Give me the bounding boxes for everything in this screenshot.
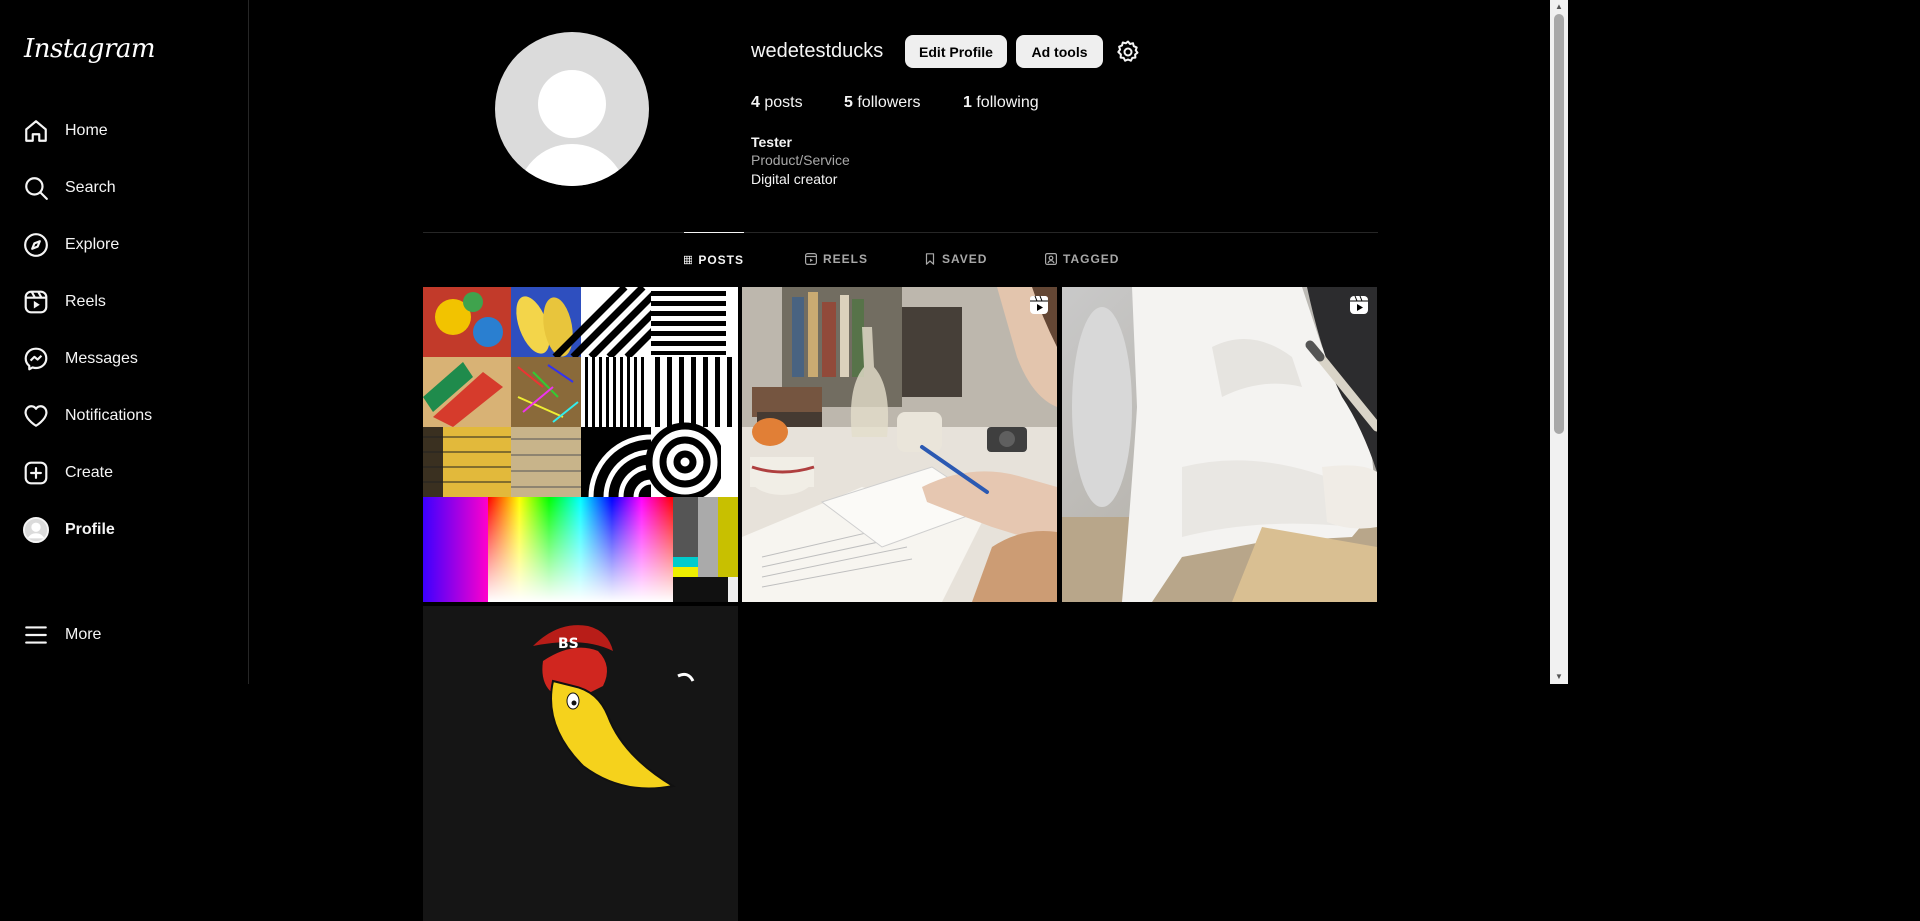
- compass-icon: [22, 231, 50, 259]
- sidebar-item-label: Explore: [65, 236, 120, 253]
- sidebar-item-more[interactable]: More: [22, 613, 232, 657]
- reels-icon: [805, 253, 817, 265]
- reels-icon: [22, 288, 50, 316]
- sidebar-item-label: More: [65, 626, 102, 643]
- sidebar-item-notifications[interactable]: Notifications: [22, 394, 232, 438]
- sidebar-item-reels[interactable]: Reels: [22, 280, 232, 324]
- sidebar-item-label: Reels: [65, 293, 106, 310]
- sidebar-item-profile[interactable]: Profile: [22, 508, 232, 552]
- post-tile[interactable]: BS: [423, 606, 738, 921]
- tabs-divider: [423, 232, 1378, 233]
- avatar-icon: [22, 516, 50, 544]
- person-writing-at-desk-image: [742, 287, 1057, 602]
- sidebar-item-home[interactable]: Home: [22, 109, 232, 153]
- tab-saved[interactable]: SAVED: [924, 232, 987, 286]
- sidebar-item-label: Home: [65, 122, 108, 139]
- sidebar-item-search[interactable]: Search: [22, 166, 232, 210]
- tab-reels[interactable]: REELS: [805, 232, 868, 286]
- test-pattern-collage-image: [423, 287, 738, 602]
- posts-count: 4 posts: [751, 94, 803, 111]
- cartoon-banana-logo-image: BS: [423, 606, 738, 921]
- post-tile[interactable]: [742, 287, 1057, 602]
- tag-user-icon: [1045, 253, 1057, 265]
- followers-link[interactable]: 5 followers: [844, 94, 921, 112]
- profile-bio: Digital creator: [751, 171, 838, 187]
- profile-full-name: Tester: [751, 134, 792, 150]
- profile-username: wedetestducks: [751, 40, 884, 62]
- following-link[interactable]: 1 following: [963, 94, 1039, 112]
- sidebar: Instagram Home Search Explore Reels Mess…: [0, 0, 249, 684]
- menu-icon: [22, 621, 50, 649]
- svg-text:BS: BS: [558, 636, 579, 652]
- home-icon: [22, 117, 50, 145]
- sidebar-item-label: Search: [65, 179, 116, 196]
- bookmark-icon: [925, 253, 935, 265]
- messenger-icon: [22, 345, 50, 373]
- settings-gear-icon[interactable]: [1116, 40, 1140, 64]
- instagram-logo[interactable]: Instagram: [24, 34, 156, 64]
- profile-avatar[interactable]: [495, 32, 649, 186]
- sidebar-item-explore[interactable]: Explore: [22, 223, 232, 267]
- heart-icon: [22, 402, 50, 430]
- reel-badge-icon: [1350, 295, 1368, 314]
- sidebar-item-label: Messages: [65, 350, 138, 367]
- scroll-up-arrow-icon[interactable]: ▲: [1554, 2, 1564, 12]
- grid-icon: [684, 255, 693, 265]
- sidebar-item-create[interactable]: Create: [22, 451, 232, 495]
- plus-square-icon: [22, 459, 50, 487]
- post-tile[interactable]: [1062, 287, 1377, 602]
- reel-badge-icon: [1030, 295, 1048, 314]
- page-scrollbar[interactable]: ▲ ▼: [1550, 0, 1568, 684]
- search-icon: [22, 174, 50, 202]
- sidebar-item-label: Notifications: [65, 407, 153, 424]
- ad-tools-button[interactable]: Ad tools: [1016, 35, 1103, 68]
- sidebar-item-messages[interactable]: Messages: [22, 337, 232, 381]
- sidebar-item-label: Profile: [65, 521, 115, 538]
- tab-posts[interactable]: POSTS: [684, 232, 744, 287]
- edit-profile-button[interactable]: Edit Profile: [905, 35, 1007, 68]
- tab-tagged[interactable]: TAGGED: [1045, 232, 1119, 286]
- scroll-down-arrow-icon[interactable]: ▼: [1554, 672, 1564, 682]
- profile-main: wedetestducks Edit Profile Ad tools 4 po…: [250, 0, 1550, 921]
- person-in-white-shirt-image: [1062, 287, 1377, 602]
- profile-category: Product/Service: [751, 152, 850, 168]
- post-tile[interactable]: [423, 287, 738, 602]
- scrollbar-thumb[interactable]: [1554, 14, 1564, 434]
- sidebar-item-label: Create: [65, 464, 114, 481]
